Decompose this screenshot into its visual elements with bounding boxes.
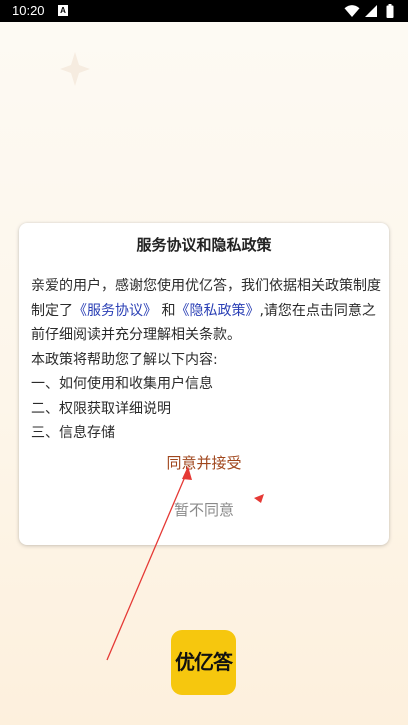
annotation-marker-icon	[254, 494, 264, 503]
app-logo: 优亿答	[171, 630, 236, 695]
annotation-overlay	[106, 466, 264, 661]
annotation-arrow-head	[182, 466, 192, 480]
